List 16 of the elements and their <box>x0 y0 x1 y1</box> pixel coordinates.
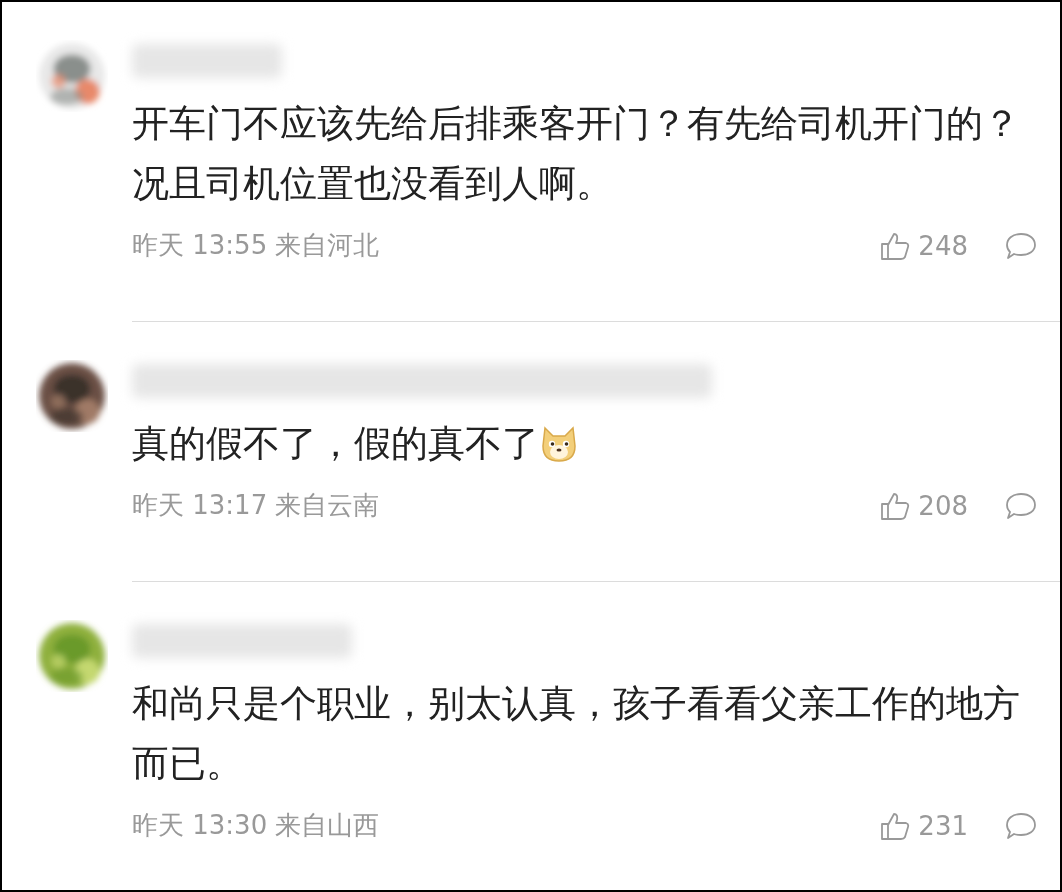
like-button[interactable]: 208 <box>880 490 968 521</box>
thumbs-up-icon <box>880 490 911 521</box>
comment-icon[interactable] <box>1004 230 1038 261</box>
like-button[interactable]: 231 <box>880 810 968 841</box>
comment-icon[interactable] <box>1004 490 1038 521</box>
comment-meta: 昨天 13:17 来自云南 <box>132 489 380 522</box>
like-button[interactable]: 248 <box>880 230 968 261</box>
comment-meta: 昨天 13:55 来自河北 <box>132 229 380 262</box>
dog-emoji-icon <box>539 424 579 464</box>
comment-text: 真的假不了，假的真不了 <box>132 421 539 467</box>
comment-icon[interactable] <box>1004 810 1038 841</box>
comment-meta: 昨天 13:30 来自山西 <box>132 809 380 842</box>
thumbs-up-icon <box>880 810 911 841</box>
comment-text: 和尚只是个职业，别太认真，孩子看看父亲工作的地方而已。 <box>132 681 1021 787</box>
thumbs-up-icon <box>880 230 911 261</box>
comment-text: 开车门不应该先给后排乘客开门？有先给司机开门的？况且司机位置也没看到人啊。 <box>132 101 1021 207</box>
